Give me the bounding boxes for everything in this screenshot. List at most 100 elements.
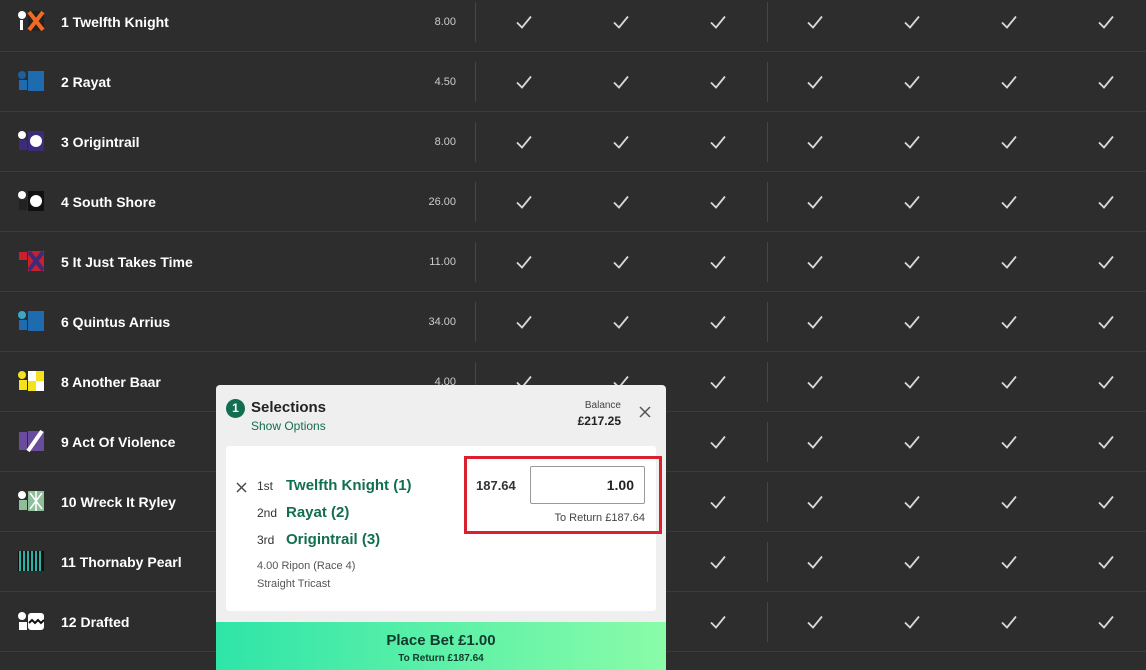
balance-value: £217.25 [577,414,621,428]
check-icon[interactable] [805,432,825,452]
check-icon[interactable] [999,552,1019,572]
check-icon[interactable] [999,432,1019,452]
check-icon[interactable] [902,612,922,632]
check-icon[interactable] [805,192,825,212]
check-icon[interactable] [1096,132,1116,152]
check-icon[interactable] [1096,252,1116,272]
check-icon[interactable] [708,372,728,392]
close-icon[interactable] [638,405,652,419]
check-icon[interactable] [999,132,1019,152]
check-icon[interactable] [805,12,825,32]
check-icon[interactable] [514,252,534,272]
runner-odds[interactable]: 11.00 [429,256,456,268]
check-icon[interactable] [805,72,825,92]
check-icon[interactable] [805,252,825,272]
check-icon[interactable] [999,72,1019,92]
column-divider [475,302,476,342]
check-icon[interactable] [708,552,728,572]
check-icon[interactable] [708,132,728,152]
check-icon[interactable] [999,492,1019,512]
check-icon[interactable] [708,432,728,452]
check-icon[interactable] [902,12,922,32]
runner-odds[interactable]: 34.00 [428,316,456,328]
check-icon[interactable] [902,312,922,332]
check-icon[interactable] [902,492,922,512]
runner-odds[interactable]: 4.50 [435,76,456,88]
check-icon[interactable] [1096,192,1116,212]
check-icon[interactable] [708,312,728,332]
silk-green-white-diamond-icon [16,488,46,514]
selection-count-badge: 1 [226,399,245,418]
runner-row: 6 Quintus Arrius 34.00 [0,292,1146,352]
silk-white-black-diamond-icon [16,608,46,634]
column-divider [767,62,768,102]
betslip: 1 Selections Show Options Balance £217.2… [216,385,666,670]
column-divider [767,182,768,222]
check-icon[interactable] [805,312,825,332]
check-icon[interactable] [1096,372,1116,392]
check-icon[interactable] [805,552,825,572]
check-icon[interactable] [514,192,534,212]
check-icon[interactable] [708,72,728,92]
check-icon[interactable] [611,192,631,212]
check-icon[interactable] [999,12,1019,32]
place-bet-button[interactable]: Place Bet £1.00 To Return £187.64 [216,622,666,670]
check-icon[interactable] [902,552,922,572]
check-icon[interactable] [902,432,922,452]
show-options-link[interactable]: Show Options [251,419,326,433]
check-icon[interactable] [1096,312,1116,332]
check-icon[interactable] [999,312,1019,332]
remove-selection-icon[interactable] [236,480,247,493]
bet-card: 1st Twelfth Knight (1) 2nd Rayat (2) 3rd… [226,446,662,611]
column-divider [767,602,768,642]
check-icon[interactable] [514,312,534,332]
check-icon[interactable] [708,612,728,632]
check-icon[interactable] [1096,432,1116,452]
check-icon[interactable] [708,492,728,512]
check-icon[interactable] [805,132,825,152]
check-icon[interactable] [514,132,534,152]
runner-name: 5 It Just Takes Time [61,254,193,270]
check-icon[interactable] [514,12,534,32]
check-icon[interactable] [708,192,728,212]
check-icon[interactable] [611,12,631,32]
check-icon[interactable] [708,12,728,32]
check-icon[interactable] [1096,552,1116,572]
pick-selection: Origintrail (3) [286,531,381,548]
runner-name: 1 Twelfth Knight [61,14,169,30]
check-icon[interactable] [902,372,922,392]
check-icon[interactable] [999,612,1019,632]
check-icon[interactable] [999,192,1019,212]
check-icon[interactable] [805,492,825,512]
check-icon[interactable] [902,192,922,212]
check-icon[interactable] [902,72,922,92]
check-icon[interactable] [1096,12,1116,32]
check-icon[interactable] [1096,72,1116,92]
runner-name: 4 South Shore [61,194,156,210]
place-bet-label: Place Bet £1.00 [386,632,496,649]
silk-blue-teal-icon [16,308,46,334]
check-icon[interactable] [1096,492,1116,512]
runner-odds[interactable]: 8.00 [435,16,456,28]
check-icon[interactable] [902,132,922,152]
check-icon[interactable] [805,372,825,392]
check-icon[interactable] [611,252,631,272]
check-icon[interactable] [708,252,728,272]
check-icon[interactable] [902,252,922,272]
column-divider [767,542,768,582]
check-icon[interactable] [611,312,631,332]
runner-odds[interactable]: 8.00 [435,136,456,148]
check-icon[interactable] [805,612,825,632]
runner-row: 4 South Shore 26.00 [0,172,1146,232]
check-icon[interactable] [514,72,534,92]
column-divider [475,122,476,162]
runner-name: 10 Wreck It Ryley [61,494,176,510]
check-icon[interactable] [999,252,1019,272]
check-icon[interactable] [1096,612,1116,632]
runner-odds[interactable]: 26.00 [428,196,456,208]
check-icon[interactable] [611,72,631,92]
check-icon[interactable] [999,372,1019,392]
silk-black-orange-cross-icon [16,8,46,34]
runner-name: 8 Another Baar [61,374,161,390]
check-icon[interactable] [611,132,631,152]
